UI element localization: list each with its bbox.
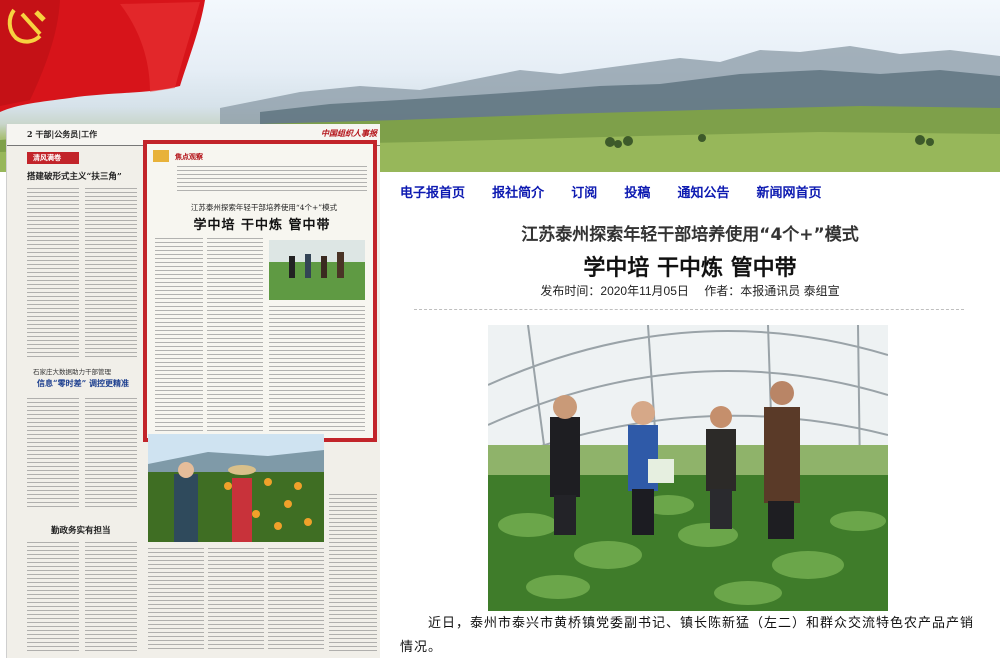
- column-label-bg: 清风满卷: [27, 152, 79, 164]
- focus-title: 学中培 干中炼 管中带: [193, 218, 331, 233]
- newspaper-page[interactable]: 2 干部|公务员|工作 中国组织人事报 清风满卷 搭建破形式主义“扶三角” 石家…: [6, 124, 380, 658]
- photo-caption: 近日，泰州市泰兴市黄桥镇党委副书记、镇长陈新猛（左二）和群众交流特色农产品产销情…: [400, 616, 975, 655]
- text-block: [27, 542, 79, 652]
- paper-left-column: 清风满卷 搭建破形式主义“扶三角” 石家庄大数据助力干部管理 信息“零时差” 调…: [27, 152, 139, 652]
- text-block: [85, 188, 137, 360]
- left-headline-2: 信息“零时差” 调控更精准: [37, 378, 129, 388]
- left-subhead-2: 石家庄大数据助力干部管理: [33, 368, 111, 376]
- article-photo-greenhouse: [488, 325, 888, 611]
- article-author: 作者：本报通讯员 泰组宣: [704, 284, 840, 298]
- left-headline-1: 搭建破形式主义“扶三角”: [27, 172, 122, 182]
- text-block: [27, 398, 79, 508]
- nav-link-news-home[interactable]: 新闻网首页: [757, 182, 822, 201]
- article-divider: [414, 309, 964, 310]
- paper-masthead: 中国组织人事报: [321, 128, 377, 138]
- focus-kicker: 江苏泰州探索年轻干部培养使用“4个+”模式: [190, 203, 338, 212]
- nav-link-epaper-home[interactable]: 电子报首页: [400, 182, 465, 201]
- left-headline-3: 勤政务实有担当: [51, 526, 111, 536]
- article-headline: 学中培 干中炼 管中带: [583, 256, 797, 281]
- nav-link-about[interactable]: 报社简介: [492, 182, 544, 201]
- text-block: [27, 188, 79, 360]
- nav-link-submit[interactable]: 投稿: [624, 182, 650, 201]
- article-meta: 发布时间：2020年11月05日 作者：本报通讯员 泰组宣: [400, 282, 980, 300]
- text-block: [207, 238, 263, 434]
- nav-link-subscribe[interactable]: 订阅: [571, 182, 597, 201]
- article: 江苏泰州探索年轻干部培养使用“4个+”模式 学中培 干中炼 管中带 发布时间：2…: [400, 220, 980, 300]
- nav-link-notices[interactable]: 通知公告: [677, 182, 729, 201]
- paper-section-label: 2 干部|公务员|工作: [27, 129, 98, 139]
- article-kicker: 江苏泰州探索年轻干部培养使用“4个+”模式: [521, 225, 859, 245]
- text-block: [329, 494, 377, 652]
- text-block: [177, 166, 367, 194]
- text-block: [268, 548, 324, 652]
- text-block: [269, 306, 365, 434]
- focus-article-highlight[interactable]: 焦点观察 江苏泰州探索年轻干部培养使用“4个+”模式 学中培 干中炼 管中带: [143, 140, 377, 442]
- text-block: [155, 238, 203, 434]
- paper-photo-orange-harvest: [148, 434, 324, 542]
- party-flag-icon: [0, 0, 205, 112]
- column-label: 清风满卷: [33, 154, 61, 162]
- text-block: [85, 398, 137, 508]
- publish-time: 发布时间：2020年11月05日: [540, 284, 689, 298]
- sun-icon: [153, 150, 169, 162]
- text-block: [85, 542, 137, 652]
- focus-photo-thumbnail: [269, 240, 365, 300]
- focus-label: 焦点观察: [175, 153, 203, 161]
- top-navigation: 电子报首页 报社简介 订阅 投稿 通知公告 新闻网首页: [400, 182, 844, 202]
- text-block: [208, 548, 264, 652]
- text-block: [148, 548, 204, 652]
